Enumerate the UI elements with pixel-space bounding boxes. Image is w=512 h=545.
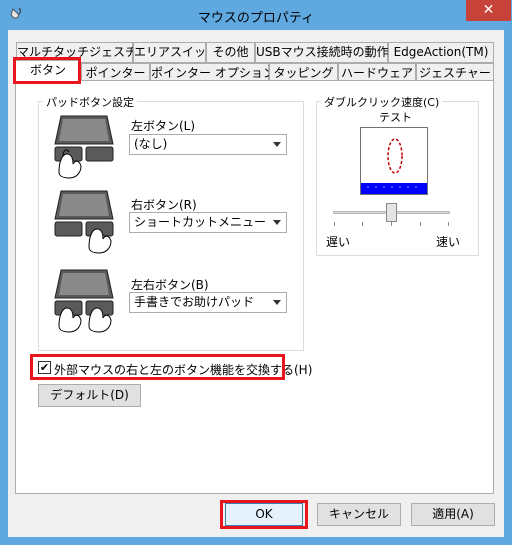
- touchpad-right-click-icon: [54, 190, 114, 254]
- tab-usb-mouse[interactable]: USBマウス接続時の動作: [255, 42, 389, 63]
- apply-button-label: 適用(A): [432, 507, 474, 521]
- tab-label: ボタン: [29, 63, 66, 77]
- fast-label: 速い: [436, 235, 461, 249]
- tab-panel-buttons: パッドボタン設定 左ボタン(L) (なし) 右ボタン(R) ショートカットメニュ…: [15, 80, 494, 494]
- left-button-dropdown[interactable]: (なし): [129, 134, 287, 155]
- cancel-button[interactable]: キャンセル: [317, 503, 401, 526]
- close-icon: ✕: [482, 2, 495, 18]
- tab-label: USBマウス接続時の動作: [256, 45, 389, 59]
- touchpad-left-click-icon: [54, 115, 114, 179]
- title-bar[interactable]: マウスのプロパティ ✕: [0, 0, 512, 30]
- touchpad-both-click-icon: [54, 269, 114, 333]
- right-button-dropdown[interactable]: ショートカットメニュー: [129, 212, 287, 233]
- swap-buttons-label[interactable]: 外部マウスの右と左のボタン機能を交換する(H): [54, 361, 312, 378]
- slider-tick: [334, 222, 335, 226]
- double-click-test-area[interactable]: [360, 127, 428, 195]
- slider-tick: [420, 222, 421, 226]
- tab-label: ハードウェア: [340, 66, 413, 80]
- tab-other[interactable]: その他: [206, 42, 255, 63]
- test-label: テスト: [379, 111, 412, 124]
- tab-label: ポインター: [85, 66, 146, 80]
- ok-button-label: OK: [255, 507, 273, 521]
- default-button-label: デフォルト(D): [50, 388, 129, 402]
- both-buttons-label: 左右ボタン(B): [131, 278, 209, 292]
- right-button-value: ショートカットメニュー: [134, 215, 267, 229]
- swap-buttons-checkbox[interactable]: ✔: [38, 361, 51, 374]
- chevron-down-icon: [273, 300, 281, 305]
- mouse-properties-window: マウスのプロパティ ✕ マルチタッチジェスチャー エリアスイッチ その他 USB…: [0, 0, 512, 545]
- cancel-button-label: キャンセル: [328, 507, 389, 521]
- test-folder-icon: [361, 138, 427, 194]
- apply-button[interactable]: 適用(A): [411, 503, 495, 526]
- tab-area-switch[interactable]: エリアスイッチ: [133, 42, 218, 63]
- tab-label: その他: [212, 45, 249, 59]
- close-button[interactable]: ✕: [466, 0, 511, 21]
- tab-buttons[interactable]: ボタン: [15, 60, 81, 84]
- left-button-label: 左ボタン(L): [131, 119, 196, 133]
- right-button-label: 右ボタン(R): [131, 198, 197, 212]
- group-legend: ダブルクリック速度(C): [321, 94, 443, 110]
- both-buttons-value: 手書きでお助けパッド: [134, 295, 255, 309]
- slider-tick: [448, 222, 449, 226]
- both-buttons-dropdown[interactable]: 手書きでお助けパッド: [129, 292, 287, 313]
- tab-label: ジェスチャー: [419, 66, 491, 80]
- slow-label: 遅い: [326, 235, 351, 249]
- double-click-slider-thumb[interactable]: [386, 203, 397, 222]
- default-button[interactable]: デフォルト(D): [38, 384, 141, 407]
- chevron-down-icon: [273, 220, 281, 225]
- tab-edgeaction[interactable]: EdgeAction(TM): [388, 42, 494, 63]
- left-button-value: (なし): [134, 137, 168, 151]
- window-title: マウスのプロパティ: [197, 11, 315, 26]
- tab-label: タッピング: [273, 66, 334, 80]
- check-icon: ✔: [39, 361, 50, 374]
- tab-label: ポインター オプション: [151, 66, 275, 80]
- tab-label: EdgeAction(TM): [393, 45, 489, 59]
- ok-button[interactable]: OK: [225, 503, 303, 526]
- group-legend: パッドボタン設定: [43, 94, 137, 110]
- slider-tick: [391, 222, 392, 226]
- slider-tick: [362, 222, 363, 226]
- chevron-down-icon: [273, 142, 281, 147]
